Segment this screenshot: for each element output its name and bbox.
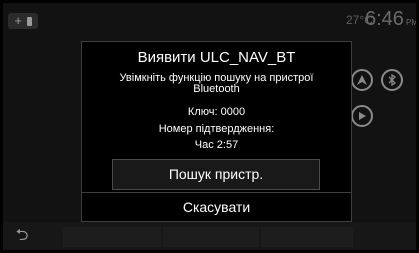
- play-triangle-icon: [359, 112, 366, 120]
- cancel-button[interactable]: Скасувати: [82, 193, 351, 222]
- bottom-segment: [261, 227, 353, 247]
- dialog-message: Увімкніть функцію пошуку на пристрої Blu…: [82, 73, 351, 95]
- bottom-segment: [63, 227, 161, 247]
- media-play-icon[interactable]: [351, 105, 373, 127]
- back-arrow-icon: ⮌: [15, 227, 29, 244]
- dialog-message-line2: Bluetooth: [193, 83, 240, 95]
- countdown-timer: Час 2:57: [194, 139, 239, 151]
- background-shortcuts: [351, 69, 411, 139]
- bluetooth-glyph-icon: [388, 74, 396, 86]
- search-device-button[interactable]: Пошук пристр.: [112, 159, 320, 190]
- bottom-segment: [163, 227, 259, 247]
- add-device-button[interactable]: +: [8, 13, 38, 29]
- add-device-label: +: [14, 13, 22, 28]
- clock: 6:46 PM: [365, 8, 416, 31]
- bluetooth-discovery-dialog: Виявити ULC_NAV_BT Увімкніть функцію пош…: [81, 41, 352, 222]
- navigation-icon[interactable]: [351, 69, 373, 91]
- clock-time: 6:46: [365, 8, 404, 30]
- confirmation-label: Номер підтвердження:: [158, 123, 275, 135]
- back-button[interactable]: ⮌: [7, 226, 37, 246]
- phone-icon: [26, 17, 32, 27]
- dialog-title: Виявити ULC_NAV_BT: [137, 49, 296, 66]
- bottom-bar: ⮌: [3, 222, 416, 250]
- navigation-arrow-icon: [357, 75, 367, 85]
- pairing-key: Ключ: 0000: [187, 106, 246, 118]
- bluetooth-icon[interactable]: [381, 69, 403, 91]
- clock-ampm: PM: [405, 18, 416, 27]
- head-unit-screen: + 27°C 6:46 PM ⮌ Виявити ULC_NAV_BT Увім…: [3, 3, 416, 250]
- status-bar: + 27°C 6:46 PM: [3, 3, 416, 35]
